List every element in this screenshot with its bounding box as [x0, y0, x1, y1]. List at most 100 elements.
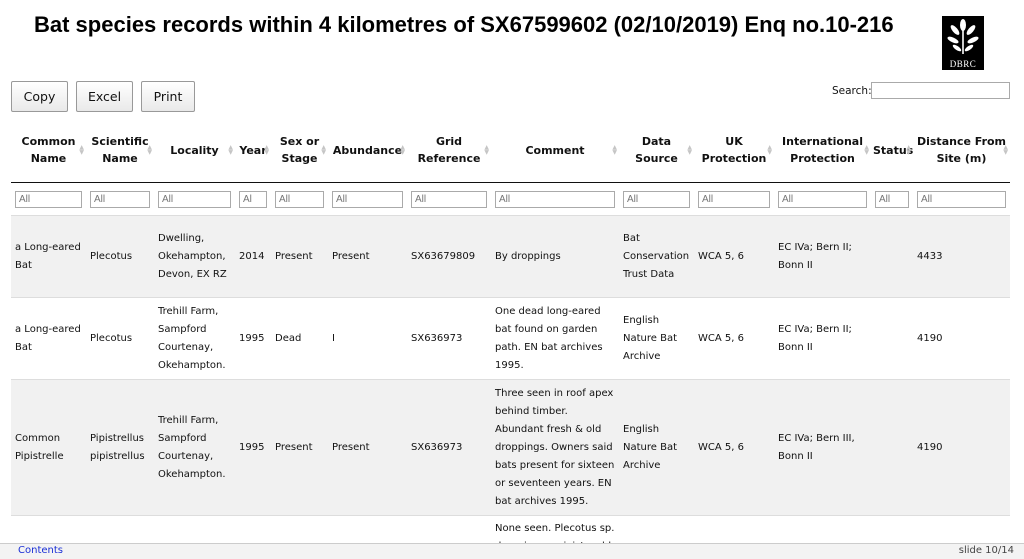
sort-arrows-icon[interactable]: ▲ ▼ [612, 145, 617, 156]
sort-arrows-icon[interactable]: ▲ ▼ [687, 145, 692, 156]
table-cell: 1995 [235, 379, 271, 516]
column-header-label: UK Protection [701, 135, 767, 165]
table-cell [407, 515, 491, 543]
column-filter-input[interactable] [698, 190, 770, 208]
excel-button[interactable]: Excel [76, 81, 133, 112]
table-cell: 1995 [235, 297, 271, 380]
table-cell: Plecotus [86, 215, 154, 298]
sort-arrows-icon[interactable]: ▲ ▼ [767, 145, 772, 156]
table-cell: WCA 5, 6 [694, 379, 774, 516]
table-cell: 2014 [235, 215, 271, 298]
print-button[interactable]: Print [141, 81, 195, 112]
records-table-container[interactable]: Common Name ▲ ▼ Scientific Name ▲ ▼ Locality ▲ ▼… [11, 118, 1010, 543]
column-header-label: Year [239, 143, 267, 157]
sort-arrows-icon[interactable]: ▲ ▼ [400, 145, 405, 156]
table-cell: Plecotus [86, 297, 154, 380]
sort-arrows-icon[interactable]: ▲ ▼ [321, 145, 326, 156]
logo-text: DBRC [949, 59, 977, 69]
table-cell: By droppings [491, 215, 619, 298]
sort-arrows-icon[interactable]: ▲ ▼ [484, 145, 489, 156]
column-header-label: Grid Reference [417, 135, 481, 165]
table-cell: SX636973 [407, 297, 491, 380]
table-cell: a Long-eared Bat [11, 297, 86, 380]
filter-cell [491, 182, 619, 216]
search-input[interactable] [871, 82, 1010, 99]
filter-cell [619, 182, 694, 216]
table-cell: One dead long-eared bat found on garden … [491, 297, 619, 380]
records-table: Common Name ▲ ▼ Scientific Name ▲ ▼ Locality ▲ ▼… [11, 118, 1010, 543]
sort-arrows-icon[interactable]: ▲ ▼ [906, 145, 911, 156]
contents-link[interactable]: Contents [18, 545, 63, 556]
table-cell: EC IVa; Bern II; Bonn II [774, 297, 871, 380]
leaf-icon [947, 19, 979, 54]
column-header-label: Sex or Stage [279, 135, 320, 165]
column-filter-input[interactable] [778, 190, 867, 208]
table-row[interactable]: a Long-eared Bat Plecotus Trehill Farm, Sa… [11, 297, 1010, 380]
sort-arrows-icon[interactable]: ▲ ▼ [228, 145, 233, 156]
table-cell: 4190 [913, 379, 1010, 516]
column-filter-input[interactable] [275, 190, 324, 208]
column-filter-input[interactable] [158, 190, 231, 208]
column-filter-input[interactable] [15, 190, 82, 208]
copy-button[interactable]: Copy [11, 81, 68, 112]
table-cell: SX63679809 [407, 215, 491, 298]
column-header-label: Distance From Site (m) [916, 135, 1007, 165]
table-row[interactable]: Common Pipistrelle Pipistrellus pipistrel… [11, 379, 1010, 516]
column-header[interactable]: Common Name ▲ ▼ [11, 118, 86, 183]
table-cell: WCA 5, 6 [694, 297, 774, 380]
table-cell [235, 515, 271, 543]
column-header[interactable]: Comment ▲ ▼ [491, 118, 619, 183]
sort-arrows-icon[interactable]: ▲ ▼ [264, 145, 269, 156]
table-cell: Common Pipistrelle [11, 379, 86, 516]
table-cell: Three seen in roof apex behind timber. A… [491, 379, 619, 516]
column-filter-input[interactable] [495, 190, 615, 208]
sort-arrows-icon[interactable]: ▲ ▼ [1003, 145, 1008, 156]
column-filter-input[interactable] [411, 190, 487, 208]
filter-cell [11, 182, 86, 216]
column-header[interactable]: Year ▲ ▼ [235, 118, 271, 183]
column-header-label: Abundance [332, 143, 403, 157]
column-filter-input[interactable] [90, 190, 150, 208]
table-cell [871, 515, 913, 543]
column-header[interactable]: Grid Reference ▲ ▼ [407, 118, 491, 183]
column-filter-input[interactable] [239, 190, 267, 208]
column-header[interactable]: Abundance ▲ ▼ [328, 118, 407, 183]
table-cell: Trehill Farm, Sampford Courtenay, Okeham… [154, 379, 235, 516]
table-cell [619, 515, 694, 543]
column-header[interactable]: Distance From Site (m) ▲ ▼ [913, 118, 1010, 183]
table-cell: English Nature Bat Archive [619, 297, 694, 380]
filter-cell [328, 182, 407, 216]
table-cell: 4190 [913, 297, 1010, 380]
column-filter-input[interactable] [623, 190, 690, 208]
column-filter-input[interactable] [875, 190, 909, 208]
table-cell [86, 515, 154, 543]
table-cell: EC IVa; Bern II; Bonn II [774, 215, 871, 298]
column-header[interactable]: Locality ▲ ▼ [154, 118, 235, 183]
column-filter-input[interactable] [917, 190, 1006, 208]
table-row[interactable]: a Long-eared Bat Plecotus Dwelling, Okeham… [11, 215, 1010, 298]
slide-counter: slide 10/14 [958, 545, 1014, 556]
column-filter-input[interactable] [332, 190, 403, 208]
table-cell: Dead [271, 297, 328, 380]
table-cell [871, 297, 913, 380]
filter-cell [871, 182, 913, 216]
filter-cell [407, 182, 491, 216]
table-cell: I [328, 297, 407, 380]
sort-arrows-icon[interactable]: ▲ ▼ [147, 145, 152, 156]
table-cell: a Long-eared Bat [11, 215, 86, 298]
page-title: Bat species records within 4 kilometres … [34, 12, 894, 37]
filter-cell [86, 182, 154, 216]
sort-arrows-icon[interactable]: ▲ ▼ [864, 145, 869, 156]
table-row[interactable]: None seen. Plecotus sp. droppings on joi… [11, 515, 1010, 543]
table-cell: Present [328, 379, 407, 516]
column-header[interactable]: UK Protection ▲ ▼ [694, 118, 774, 183]
filter-cell [271, 182, 328, 216]
column-header[interactable]: Scientific Name ▲ ▼ [86, 118, 154, 183]
column-header[interactable]: Data Source ▲ ▼ [619, 118, 694, 183]
column-header[interactable]: International Protection ▲ ▼ [774, 118, 871, 183]
table-cell [328, 515, 407, 543]
sort-arrows-icon[interactable]: ▲ ▼ [79, 145, 84, 156]
column-header[interactable]: Sex or Stage ▲ ▼ [271, 118, 328, 183]
table-cell [871, 215, 913, 298]
column-header[interactable]: Status ▲ ▼ [871, 118, 913, 183]
